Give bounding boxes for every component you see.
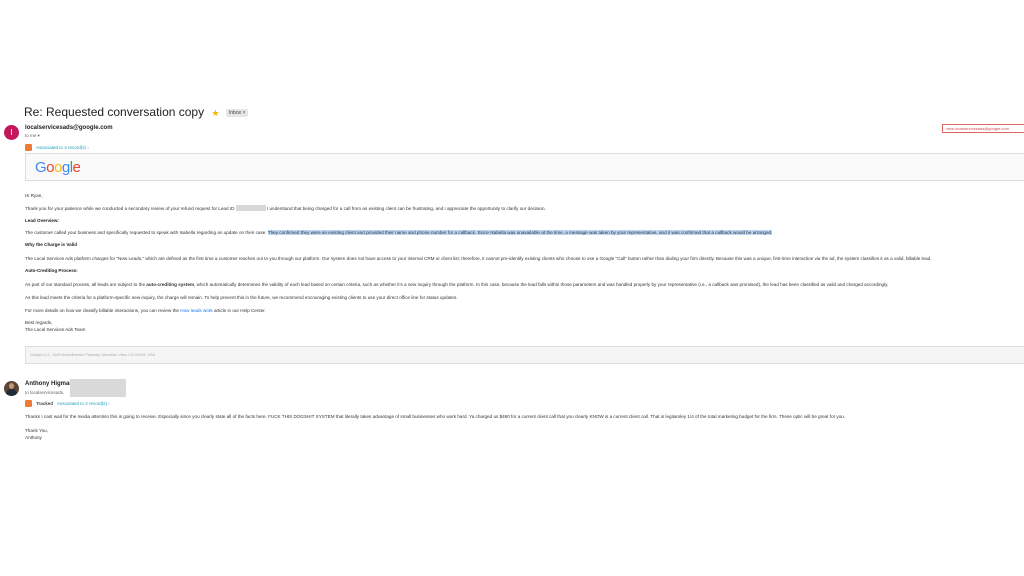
p1-text-b: I understand that being charged for a ca… [266,206,546,211]
redacted-lead-id [235,205,266,211]
p1-text-a: Thank you for your patience while we con… [25,206,235,211]
inbox-label[interactable]: Inbox × [225,109,249,117]
paragraph-3: The Local Services Ads platform charges … [25,256,932,261]
associated-row: Associated to 4 record(s) › [25,143,89,151]
hubspot-icon [25,143,32,151]
greeting: Hi Ryan, [25,193,43,198]
reply-thanks: Thank You, [25,428,48,433]
tracked-label: Tracked [36,400,54,406]
recipient-line[interactable]: to me ▾ [25,133,40,139]
p6-text-b: article in our Help Center. [213,308,266,313]
heading-lead-overview: Lead Overview: [25,218,59,223]
email-header-banner: Google [25,153,1024,181]
heading-why-valid: Why the Charge is Valid [25,242,78,247]
logo-letter: o [46,159,55,176]
avatar-body [6,389,17,396]
sign-off: Best regards, [25,320,53,325]
paragraph-1: Thank you for your patience while we con… [25,205,546,211]
sender-email: localservicesads@google.com [25,125,113,131]
hubspot-icon [25,399,32,407]
p2-text-a: The customer called your business and sp… [25,230,267,235]
p4-text-b: , which automatically determines the val… [194,282,889,287]
redacted-email [70,379,126,397]
google-logo: Google [35,159,81,176]
paragraph-5: As this lead meets the criteria for a pl… [25,295,458,300]
logo-letter: o [54,159,62,176]
reply-recipient[interactable]: to localservicesads, [25,390,64,395]
email-subject: Re: Requested conversation copy ★ Inbox … [24,105,249,119]
logo-letter: g [61,159,70,176]
extension-button[interactable]: view.localservicesads@google.com [942,124,1024,133]
associated-records-link[interactable]: Associated to 4 record(s) › [36,145,89,150]
logo-letter: e [72,159,81,176]
reply-avatar [4,381,19,396]
heading-auto-crediting: Auto-Crediting Process: [25,268,78,273]
reply-tracking-row: Tracked Associated to 2 record(s) › [25,399,110,407]
paragraph-4: As part of our standard process, all lea… [25,282,888,287]
star-icon[interactable]: ★ [211,108,219,118]
footer-address: Google LLC, 1600 Amphitheatre Parkway, M… [30,353,156,357]
paragraph-2: The customer called your business and sp… [25,230,773,235]
reply-associated-link[interactable]: Associated to 2 record(s) › [57,401,110,406]
p4-bold: auto-crediting system [146,282,195,287]
p4-text-a: As part of our standard process, all lea… [25,282,146,287]
signature: The Local Services Ads Team [25,327,86,332]
paragraph-6: For more details on how we classify bill… [25,308,266,313]
sender-avatar: I [4,125,19,140]
subject-text: Re: Requested conversation copy [24,105,205,119]
reply-body: Thanks I cant wait for the media attenti… [25,414,846,419]
how-leads-work-link[interactable]: How leads work [180,308,212,313]
reply-signature: Anthony [25,435,42,440]
email-footer: Google LLC, 1600 Amphitheatre Parkway, M… [25,346,1024,364]
reply-sender-name: Anthony Higman [25,381,73,387]
p6-text-a: For more details on how we classify bill… [25,308,179,313]
p2-highlighted: They confirmed they were an existing cli… [267,230,773,235]
logo-letter: G [35,159,47,176]
